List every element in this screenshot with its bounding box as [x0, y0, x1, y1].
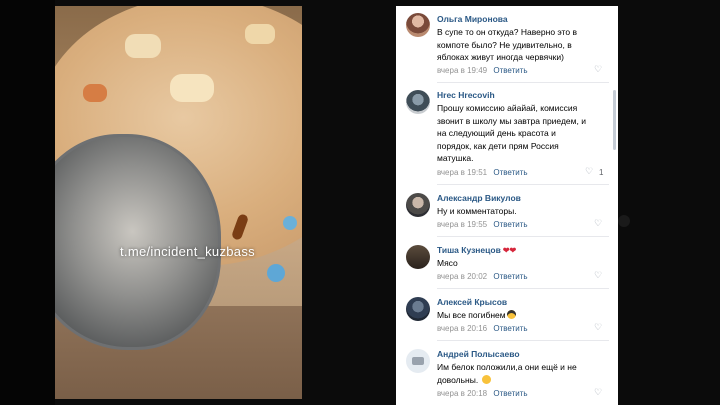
- avatar[interactable]: [406, 13, 430, 37]
- comment-meta: вчера в 20:18 Ответить: [437, 389, 528, 398]
- comment-line: матушка.: [437, 153, 474, 163]
- comment-author[interactable]: Hrec Hrecovih: [437, 90, 495, 100]
- spoon: [55, 134, 221, 350]
- comment-time[interactable]: вчера в 20:18: [437, 389, 487, 398]
- comment-divider: [437, 184, 609, 185]
- backdrop-left: [0, 0, 55, 405]
- heart-icon[interactable]: ♡: [594, 270, 602, 281]
- smile-emoji-icon: [481, 374, 491, 384]
- heart-icon[interactable]: ♡: [594, 218, 602, 229]
- sunglasses-emoji-icon: [506, 310, 516, 319]
- comment-text: Ну и комментаторы.: [437, 205, 609, 218]
- comment-line: компоте было? Не удивительно, в: [437, 39, 572, 50]
- potato-chunk: [245, 24, 275, 44]
- comment-time[interactable]: вчера в 20:16: [437, 324, 487, 333]
- comment-text: Прошу комиссию айайай, комиссия звонит в…: [437, 102, 609, 165]
- comment-line-text: довольны.: [437, 374, 479, 385]
- comment-time[interactable]: вчера в 20:02: [437, 272, 487, 281]
- comment-divider: [437, 82, 609, 83]
- photo-watermark: t.me/incident_kuzbass: [120, 244, 255, 259]
- comment-line: В супе то он откуда? Наверно это в: [437, 27, 577, 37]
- comment-meta: вчера в 20:16 Ответить: [437, 324, 528, 333]
- comment-author[interactable]: Ольга Миронова: [437, 14, 508, 24]
- comment-line: порядок, как дети прям Россия: [437, 140, 559, 151]
- comment-time[interactable]: вчера в 19:55: [437, 220, 487, 229]
- comment-time[interactable]: вчера в 19:49: [437, 66, 487, 75]
- comment-meta: вчера в 19:51 Ответить: [437, 168, 528, 177]
- heart-icon[interactable]: ♡: [594, 387, 602, 398]
- comment-author-name[interactable]: Тиша Кузнецов: [437, 245, 501, 255]
- comment-author[interactable]: Алексей Крысов: [437, 297, 507, 307]
- potato-chunk: [125, 34, 161, 58]
- comment-line: на следующий день красота и: [437, 128, 556, 138]
- comment-author[interactable]: Александр Викулов: [437, 193, 521, 203]
- comment-divider: [437, 340, 609, 341]
- plate-pattern: [267, 264, 285, 282]
- avatar[interactable]: [406, 349, 430, 373]
- comment-line-text: Мы все погибнем: [437, 310, 506, 320]
- carrot-chunk: [83, 84, 107, 102]
- comment-text: В супе то он откуда? Наверно это в компо…: [437, 26, 609, 64]
- camera-icon: [412, 357, 424, 365]
- comment-time[interactable]: вчера в 19:51: [437, 168, 487, 177]
- reply-link[interactable]: Ответить: [493, 220, 527, 229]
- comment-line: Им белок положили,а они ещё и не: [437, 362, 577, 372]
- comments-scrollbar[interactable]: [613, 90, 616, 150]
- reply-link[interactable]: Ответить: [493, 66, 527, 75]
- comment-meta: вчера в 20:02 Ответить: [437, 272, 528, 281]
- heart-icon[interactable]: ♡: [594, 64, 602, 75]
- reply-link[interactable]: Ответить: [493, 389, 527, 398]
- plate-pattern: [283, 216, 297, 230]
- reply-link[interactable]: Ответить: [493, 272, 527, 281]
- heart-icon[interactable]: ♡: [585, 166, 593, 177]
- comments-panel: Ольга Миронова В супе то он откуда? Наве…: [396, 6, 618, 405]
- comment-line: Мы все погибнем: [437, 309, 609, 322]
- avatar[interactable]: [406, 90, 430, 114]
- comment-text: Им белок положили,а они ещё и не довольн…: [437, 361, 609, 386]
- comment-text: Мясо: [437, 257, 609, 270]
- potato-chunk: [170, 74, 214, 102]
- post-photo[interactable]: t.me/incident_kuzbass: [55, 6, 302, 399]
- like-count: 1: [599, 168, 604, 177]
- reply-link[interactable]: Ответить: [493, 168, 527, 177]
- comment-text: Мы все погибнем: [437, 309, 609, 322]
- comment-line: довольны.: [437, 374, 609, 387]
- comment-divider: [437, 288, 609, 289]
- comment-line: звонит в школу мы завтра приедем, и: [437, 115, 586, 126]
- reply-link[interactable]: Ответить: [493, 324, 527, 333]
- comment-line: яблоках живут иногда червячки): [437, 52, 564, 62]
- avatar[interactable]: [406, 245, 430, 269]
- heart-icon[interactable]: ♡: [594, 322, 602, 333]
- comment-line: Мясо: [437, 258, 458, 268]
- comment-line: Прошу комиссию айайай, комиссия: [437, 103, 578, 113]
- comment-author[interactable]: Тиша Кузнецов ❤❤: [437, 245, 516, 255]
- comment-meta: вчера в 19:49 Ответить: [437, 66, 528, 75]
- comment-line: Ну и комментаторы.: [437, 206, 517, 216]
- comment-divider: [437, 236, 609, 237]
- comment-author[interactable]: Андрей Полысаево: [437, 349, 520, 359]
- avatar[interactable]: [406, 193, 430, 217]
- hearts-emoji-icon: ❤❤: [502, 246, 517, 255]
- next-photo-button[interactable]: [618, 215, 630, 227]
- comment-meta: вчера в 19:55 Ответить: [437, 220, 528, 229]
- avatar[interactable]: [406, 297, 430, 321]
